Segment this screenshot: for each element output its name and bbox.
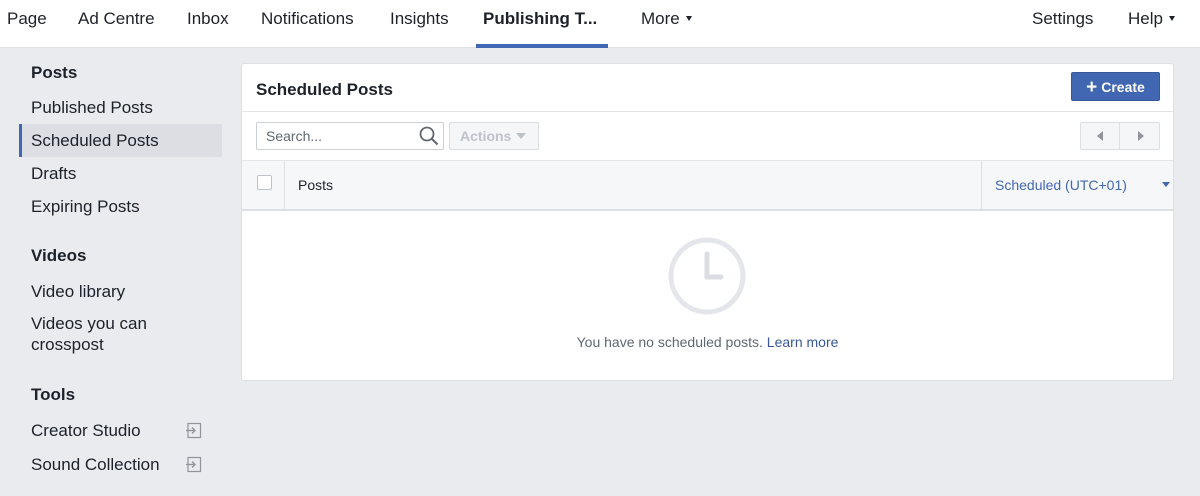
column-divider <box>981 161 982 211</box>
nav-tab-inbox[interactable]: Inbox <box>187 0 229 48</box>
sidebar-heading-posts: Posts <box>31 63 78 82</box>
caret-down-icon <box>516 133 527 140</box>
column-header-posts[interactable]: Posts <box>298 177 333 193</box>
nav-tab-publishing-tools[interactable]: Publishing T... <box>483 0 597 48</box>
search-input[interactable] <box>256 122 444 150</box>
sort-caret-down-icon[interactable] <box>1162 182 1170 187</box>
sidebar-item-sound-collection[interactable]: Sound Collection <box>19 448 222 481</box>
sidebar-item-creator-studio[interactable]: Creator Studio <box>19 414 222 447</box>
sidebar-item-crosspost-videos[interactable]: Videos you can crosspost <box>19 313 222 359</box>
sidebar-item-label-line2: crosspost <box>31 335 104 354</box>
sidebar-item-label: Sound Collection <box>31 455 160 474</box>
nav-more-menu[interactable]: More <box>641 0 692 48</box>
next-page-button[interactable] <box>1121 123 1160 149</box>
sidebar-heading-tools: Tools <box>31 385 76 404</box>
clock-icon <box>668 237 746 315</box>
sidebar-item-drafts[interactable]: Drafts <box>19 157 222 190</box>
nav-tab-notifications[interactable]: Notifications <box>261 0 354 48</box>
divider <box>242 111 1173 112</box>
sidebar-heading-videos: Videos <box>31 246 87 265</box>
scheduled-posts-panel: Scheduled Posts +Create Actions Posts Sc… <box>241 63 1174 381</box>
chevron-left-icon <box>1097 131 1103 141</box>
external-link-icon <box>186 422 202 439</box>
sidebar-item-label-line1: Videos you can <box>31 314 147 333</box>
actions-dropdown[interactable]: Actions <box>449 122 539 150</box>
nav-settings[interactable]: Settings <box>1032 0 1093 48</box>
caret-down-icon <box>1168 16 1175 22</box>
column-divider <box>284 161 285 211</box>
top-navigation: Page Ad Centre Inbox Notifications Insig… <box>0 0 1200 48</box>
caret-down-icon <box>685 16 692 22</box>
sidebar-item-label: Creator Studio <box>31 421 141 440</box>
nav-help-label: Help <box>1128 9 1163 28</box>
page-title: Scheduled Posts <box>256 80 393 99</box>
actions-label: Actions <box>460 128 512 144</box>
sidebar-item-expiring-posts[interactable]: Expiring Posts <box>19 190 222 223</box>
nav-tab-ad-centre[interactable]: Ad Centre <box>78 0 155 48</box>
sidebar-item-published-posts[interactable]: Published Posts <box>19 91 222 124</box>
nav-tab-insights[interactable]: Insights <box>390 0 449 48</box>
select-all-checkbox[interactable] <box>257 175 272 190</box>
sidebar-item-video-library[interactable]: Video library <box>19 275 222 308</box>
pagination <box>1080 122 1160 150</box>
external-link-icon <box>186 456 202 473</box>
table-header: Posts Scheduled (UTC+01) <box>242 161 1173 211</box>
empty-state-text: You have no scheduled posts. <box>576 334 763 350</box>
create-button[interactable]: + Create <box>1071 72 1160 101</box>
nav-help-menu[interactable]: Help <box>1128 0 1175 48</box>
nav-tab-page[interactable]: Page <box>7 0 47 48</box>
previous-page-button[interactable] <box>1081 123 1120 149</box>
plus-icon: + <box>1086 77 1098 98</box>
create-label: Create <box>1101 79 1145 95</box>
learn-more-link[interactable]: Learn more <box>767 334 839 350</box>
sidebar-item-scheduled-posts[interactable]: Scheduled Posts <box>19 124 222 157</box>
column-header-scheduled[interactable]: Scheduled (UTC+01) <box>995 177 1127 193</box>
active-tab-indicator <box>476 44 608 48</box>
chevron-right-icon <box>1138 131 1144 141</box>
empty-state-message: You have no scheduled posts. Learn more <box>242 334 1173 350</box>
nav-more-label: More <box>641 9 680 28</box>
sidebar: Posts Published Posts Scheduled Posts Dr… <box>0 48 230 496</box>
